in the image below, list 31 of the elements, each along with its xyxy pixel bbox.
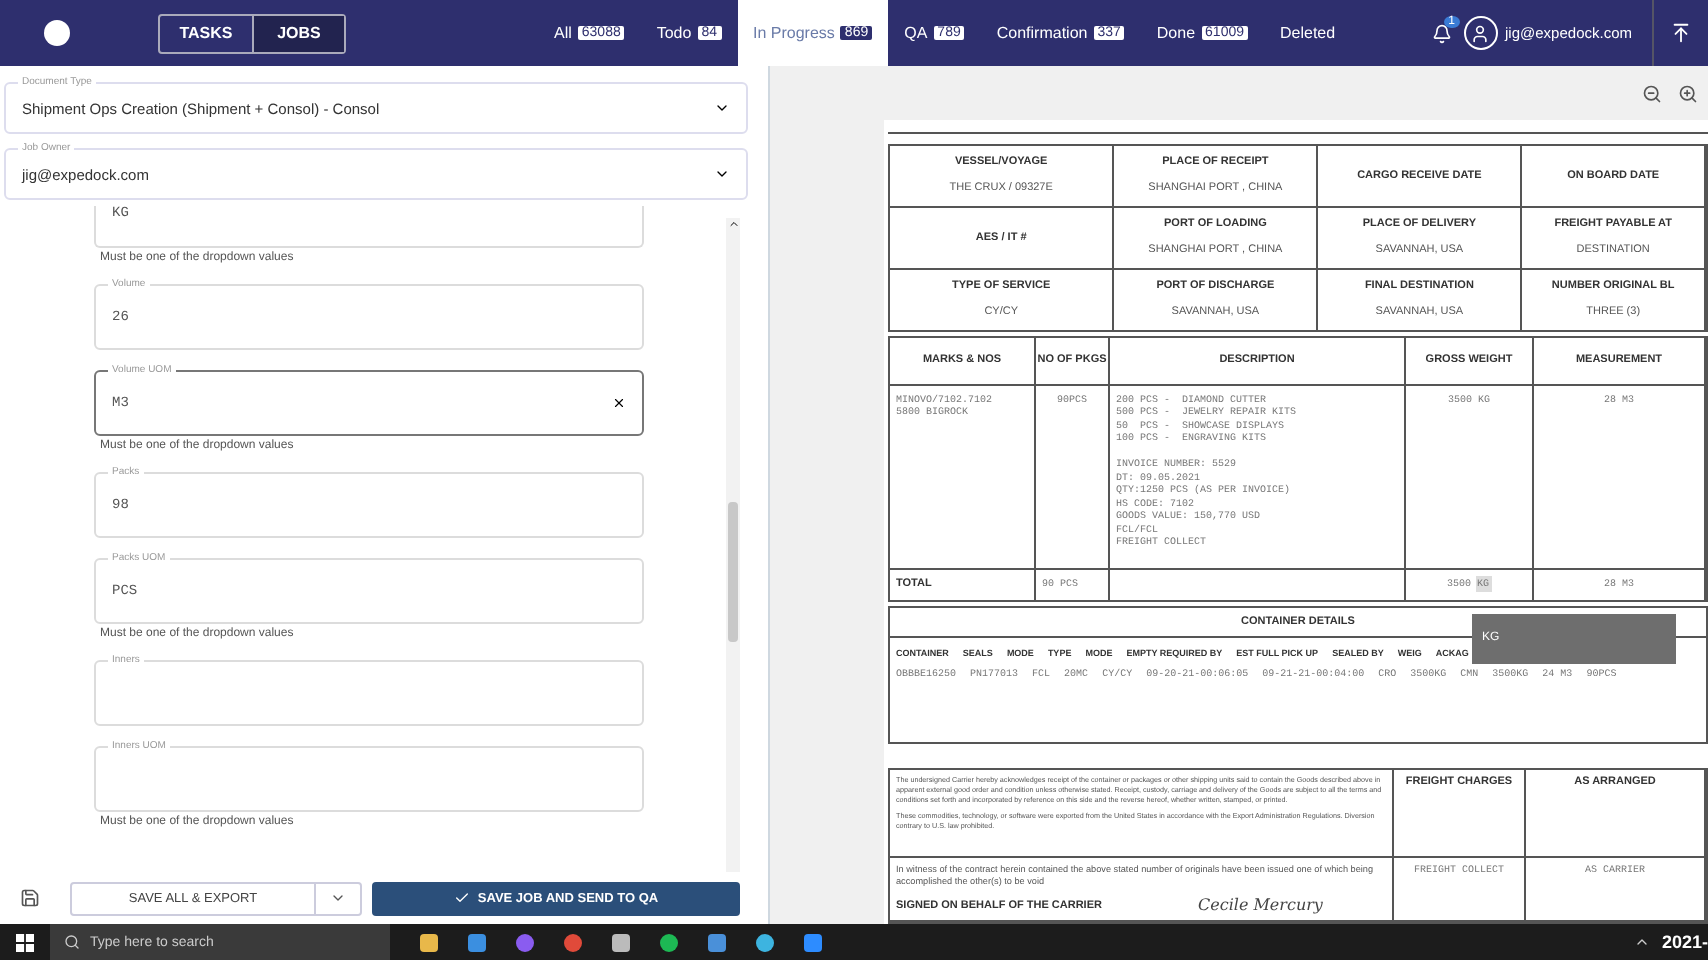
- zoom-out-icon[interactable]: [1642, 83, 1662, 103]
- status-tab[interactable]: Deleted: [1264, 0, 1352, 66]
- mode-toggle-button[interactable]: JOBS: [252, 15, 344, 51]
- clear-icon[interactable]: [612, 396, 626, 410]
- app-icon[interactable]: [516, 933, 534, 951]
- clock: 2021-: [1661, 932, 1708, 952]
- logo-icon: [44, 20, 70, 46]
- dropdown-icon: [714, 166, 730, 182]
- scroll-up-icon: [727, 218, 739, 230]
- app-icon[interactable]: [468, 933, 486, 951]
- scrollbar[interactable]: [726, 218, 740, 872]
- upload-icon: [1670, 22, 1692, 44]
- caret-icon: [330, 890, 346, 906]
- search-icon: [64, 934, 80, 950]
- app-icon[interactable]: [756, 933, 774, 951]
- zoom-in-icon[interactable]: [1678, 83, 1698, 103]
- save-icon[interactable]: [20, 888, 40, 908]
- app-icon[interactable]: [564, 933, 582, 951]
- app-icon[interactable]: [708, 933, 726, 951]
- app-icon[interactable]: [660, 933, 678, 951]
- app-icon[interactable]: [420, 933, 438, 951]
- dropdown-icon: [714, 100, 730, 116]
- bell-icon[interactable]: [1431, 23, 1452, 43]
- windows-icon[interactable]: [16, 933, 34, 951]
- user-avatar[interactable]: [1463, 16, 1498, 50]
- signature: Cecile Mercury: [1197, 896, 1323, 914]
- app-icon[interactable]: [612, 933, 630, 951]
- tray-icon[interactable]: [1633, 934, 1650, 950]
- app-icon[interactable]: [804, 933, 822, 951]
- mode-toggle-button[interactable]: TASKS: [160, 15, 252, 51]
- check-icon: [453, 890, 470, 906]
